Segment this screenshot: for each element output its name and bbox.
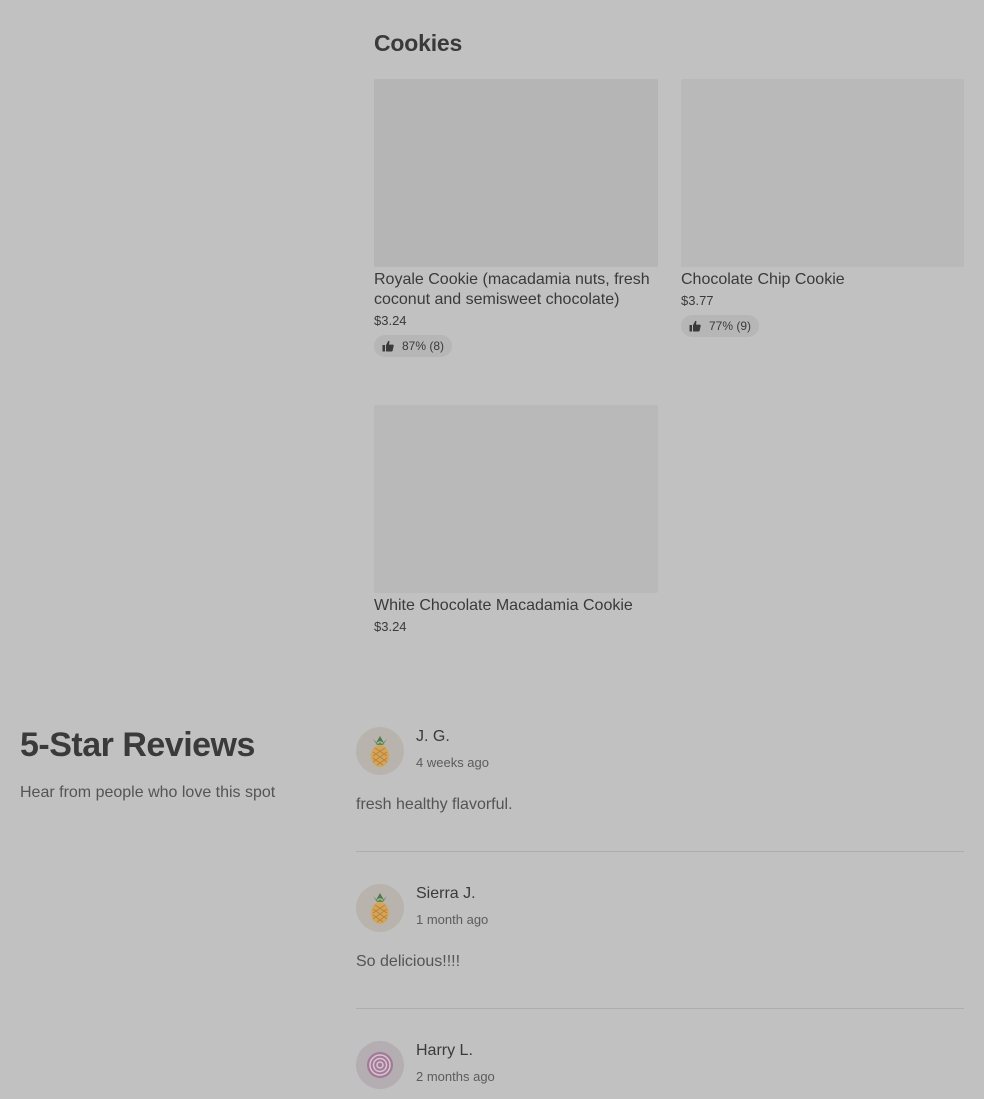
reviewer-avatar bbox=[356, 884, 404, 932]
reviews-heading: 5-Star Reviews bbox=[20, 726, 255, 764]
menu-item-image[interactable] bbox=[374, 405, 658, 593]
menu-item-price: $3.24 bbox=[374, 313, 407, 328]
rating-badge: 87% (8) bbox=[374, 335, 453, 357]
rating-text: 87% (8) bbox=[402, 339, 445, 353]
review-date: 4 weeks ago bbox=[416, 755, 489, 770]
reviewer-avatar bbox=[356, 1041, 404, 1089]
reviewer-name: Sierra J. bbox=[416, 885, 476, 902]
rating-text: 77% (9) bbox=[709, 319, 752, 333]
onion-icon bbox=[367, 1052, 393, 1078]
menu-item-card[interactable]: Royale Cookie (macadamia nuts, fresh coc… bbox=[374, 79, 658, 357]
menu-item-price: $3.24 bbox=[374, 619, 407, 634]
reviewer-name: J. G. bbox=[416, 728, 450, 745]
review-divider bbox=[356, 1008, 964, 1009]
menu-item-image[interactable] bbox=[681, 79, 964, 267]
menu-item-name: White Chocolate Macadamia Cookie bbox=[374, 597, 633, 614]
review-divider bbox=[356, 851, 964, 852]
thumbs-up-icon bbox=[382, 340, 394, 352]
review-text: So delicious!!!! bbox=[356, 953, 461, 970]
menu-item-name: Chocolate Chip Cookie bbox=[681, 271, 845, 288]
reviewer-name: Harry L. bbox=[416, 1042, 473, 1059]
rating-badge: 77% (9) bbox=[681, 315, 760, 337]
review-text: fresh healthy flavorful. bbox=[356, 796, 513, 813]
pineapple-icon bbox=[371, 893, 389, 924]
menu-item-price: $3.77 bbox=[681, 293, 714, 308]
menu-item-image[interactable] bbox=[374, 79, 658, 267]
reviews-subheading: Hear from people who love this spot bbox=[20, 784, 276, 801]
thumbs-up-icon bbox=[689, 320, 701, 332]
menu-item-card[interactable]: White Chocolate Macadamia Cookie $3.24 bbox=[374, 405, 658, 635]
menu-item-card[interactable]: Chocolate Chip Cookie $3.77 77% (9) bbox=[681, 79, 964, 337]
pineapple-icon bbox=[371, 736, 389, 767]
menu-section-title: Cookies bbox=[374, 30, 463, 56]
review-date: 2 months ago bbox=[416, 1069, 495, 1084]
menu-item-name: Royale Cookie (macadamia nuts, fresh coc… bbox=[374, 271, 650, 308]
reviewer-avatar bbox=[356, 727, 404, 775]
review-item: Harry L. 2 months ago bbox=[356, 1041, 964, 1099]
review-item: Sierra J. 1 month ago So delicious!!!! bbox=[356, 884, 964, 984]
review-item: J. G. 4 weeks ago fresh healthy flavorfu… bbox=[356, 727, 964, 827]
review-date: 1 month ago bbox=[416, 912, 489, 927]
